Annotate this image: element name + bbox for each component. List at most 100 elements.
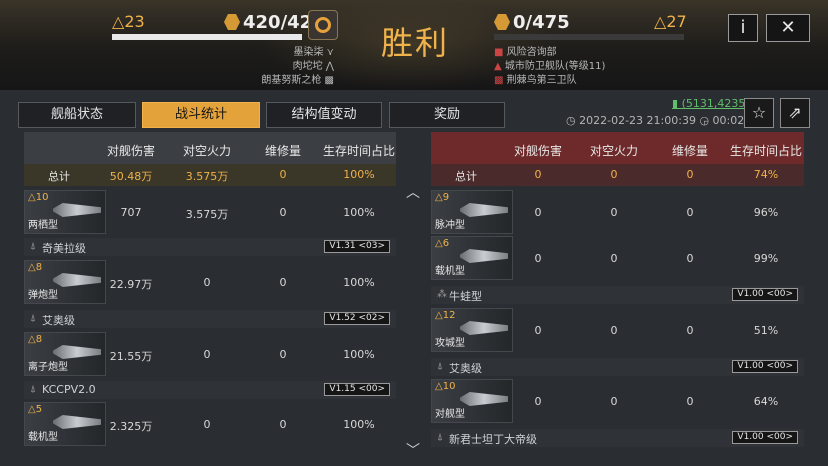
- ship-type: 两栖型: [28, 220, 58, 231]
- ship-type: 离子炮型: [28, 362, 68, 373]
- class-name: 新君士坦丁大帝级: [449, 433, 537, 446]
- ship-level: △5: [28, 404, 43, 415]
- ship-level: △6: [435, 238, 450, 249]
- ally-table-header: 对舰伤害 对空火力 维修量 生存时间占比: [24, 132, 396, 164]
- tab-ship-status[interactable]: 舰船状态: [18, 102, 136, 128]
- enemy-player: ■ 风险咨询部: [494, 47, 557, 58]
- class-name: 艾奥级: [449, 362, 482, 375]
- result-header: △23 420/420 胜利 0/475 △27 墨染柒 ⋎ 肉坨坨 ⋀ 朗基努…: [0, 0, 828, 90]
- ally-progress-fill: [112, 34, 302, 40]
- ally-level: △23: [112, 12, 145, 31]
- ship-row[interactable]: △10 对舰型 0 0 0 64%: [431, 379, 804, 423]
- ship-row[interactable]: △8 离子炮型 21.55万 0 0 100%: [24, 332, 396, 376]
- scroll-down-icon[interactable]: ﹀: [406, 440, 420, 460]
- ship-type: 弹炮型: [28, 290, 58, 301]
- ship-survival: 64%: [753, 395, 779, 408]
- class-row: ⍋ 奇美拉级 V1.31 <03>: [24, 238, 396, 256]
- ally-emblem: [308, 10, 338, 40]
- ship-survival: 99%: [753, 252, 779, 265]
- ally-stats-panel: 对舰伤害 对空火力 维修量 生存时间占比 总计 50.48万 3.575万 0 …: [24, 132, 396, 466]
- class-row: ⁂ 牛蛙型 V1.00 <00>: [431, 286, 804, 304]
- total-value: 74%: [753, 168, 779, 181]
- tab-rewards[interactable]: 奖励: [389, 102, 505, 128]
- ship-level: △10: [435, 381, 456, 392]
- col-survival: 生存时间占比: [322, 144, 395, 158]
- enemy-total-row: 总计 0 0 0 74%: [431, 164, 804, 186]
- enemy-player: ▩ 荆棘鸟第三卫队: [494, 75, 577, 86]
- battle-time: ◷ 2022-02-23 21:00:39 ◶ 00:02:51: [566, 114, 762, 127]
- scroll-up-icon[interactable]: ︿: [406, 182, 420, 202]
- enemy-stats-panel: 对舰伤害 对空火力 维修量 生存时间占比 总计 0 0 0 74% △9 脉冲型 …: [431, 132, 804, 466]
- tab-battle-stats[interactable]: 战斗统计: [142, 102, 260, 128]
- emblem-icon: [315, 17, 331, 33]
- class-name: 牛蛙型: [449, 290, 482, 303]
- enemy-player-list: ■ 风险咨询部 ▲ 城市防卫舰队(等级11) ▩ 荆棘鸟第三卫队: [494, 46, 605, 88]
- class-icon: ⍋: [437, 361, 443, 372]
- ship-type: 载机型: [435, 266, 465, 277]
- ship-survival: 100%: [343, 206, 375, 219]
- ship-level: △10: [28, 192, 49, 203]
- flag-icon: ▮: [672, 97, 679, 110]
- ship-level: △12: [435, 310, 456, 321]
- ship-row[interactable]: △8 弹炮型 22.97万 0 0 100%: [24, 260, 396, 304]
- result-title: 胜利: [380, 24, 449, 62]
- star-button[interactable]: ☆: [744, 98, 774, 128]
- hex-icon: [494, 14, 510, 30]
- tab-structure-change[interactable]: 结构值变动: [266, 102, 382, 128]
- version-badge[interactable]: V1.00 <00>: [732, 360, 798, 373]
- class-icon: ⍋: [30, 241, 36, 252]
- class-icon: ⍋: [30, 384, 36, 395]
- close-button[interactable]: ✕: [766, 14, 810, 42]
- ship-type: 载机型: [28, 432, 58, 443]
- enemy-player: ▲ 城市防卫舰队(等级11): [494, 61, 606, 72]
- version-badge[interactable]: V1.00 <00>: [732, 288, 798, 301]
- class-name: 奇美拉级: [42, 242, 86, 255]
- ship-survival: 100%: [343, 276, 375, 289]
- ship-survival: 96%: [753, 206, 779, 219]
- ship-row[interactable]: △6 载机型 0 0 0 99%: [431, 236, 804, 280]
- version-badge[interactable]: V1.00 <00>: [732, 431, 798, 444]
- enemy-progress-bar: [494, 34, 684, 40]
- ship-survival: 100%: [343, 348, 375, 361]
- ship-type: 脉冲型: [435, 220, 465, 231]
- ally-player: 肉坨坨 ⋀: [292, 61, 334, 72]
- timer-icon: ◶: [699, 114, 710, 127]
- ship-level: △8: [28, 262, 43, 273]
- class-icon: ⍋: [30, 313, 36, 324]
- ally-player-list: 墨染柒 ⋎ 肉坨坨 ⋀ 朗基努斯之枪 ▩: [230, 46, 334, 88]
- ship-type: 攻城型: [435, 338, 465, 349]
- ally-progress-bar: [112, 34, 302, 40]
- enemy-table-header: 对舰伤害 对空火力 维修量 生存时间占比: [431, 132, 804, 164]
- ship-row[interactable]: △10 两栖型 707 3.575万 0 100%: [24, 190, 396, 234]
- ship-survival: 51%: [753, 324, 779, 337]
- version-badge[interactable]: V1.31 <03>: [324, 240, 390, 253]
- col-survival: 生存时间占比: [729, 144, 802, 158]
- enemy-score: 0/475: [494, 12, 570, 33]
- info-button[interactable]: i: [728, 14, 758, 42]
- ship-type: 对舰型: [435, 409, 465, 420]
- ally-player: 朗基努斯之枪 ▩: [261, 75, 334, 86]
- ship-survival: 100%: [343, 418, 375, 431]
- ship-row[interactable]: △9 脉冲型 0 0 0 96%: [431, 190, 804, 234]
- class-row: ⍋ KCCPV2.0 V1.15 <00>: [24, 381, 396, 399]
- ship-level: △9: [435, 192, 450, 203]
- class-row: ⍋ 新君士坦丁大帝级 V1.00 <00>: [431, 429, 804, 447]
- battle-coordinates[interactable]: ▮ (5131,4235): [672, 97, 750, 110]
- ship-row[interactable]: △12 攻城型 0 0 0 51%: [431, 308, 804, 352]
- class-icon: ⁂: [437, 289, 447, 300]
- ship-level: △8: [28, 334, 43, 345]
- version-badge[interactable]: V1.52 <02>: [324, 312, 390, 325]
- ship-row[interactable]: △5 载机型 2.325万 0 0 100%: [24, 402, 396, 446]
- class-icon: ⍋: [437, 432, 443, 443]
- total-value: 100%: [343, 168, 375, 181]
- ally-player: 墨染柒 ⋎: [293, 47, 334, 58]
- version-badge[interactable]: V1.15 <00>: [324, 383, 390, 396]
- enemy-level: △27: [654, 12, 687, 31]
- ally-total-row: 总计 50.48万 3.575万 0 100%: [24, 164, 396, 186]
- hex-icon: [224, 14, 240, 30]
- class-name: KCCPV2.0: [42, 383, 96, 396]
- class-row: ⍋ 艾奥级 V1.52 <02>: [24, 310, 396, 328]
- class-row: ⍋ 艾奥级 V1.00 <00>: [431, 358, 804, 376]
- class-name: 艾奥级: [42, 314, 75, 327]
- share-button[interactable]: ⇗: [780, 98, 810, 128]
